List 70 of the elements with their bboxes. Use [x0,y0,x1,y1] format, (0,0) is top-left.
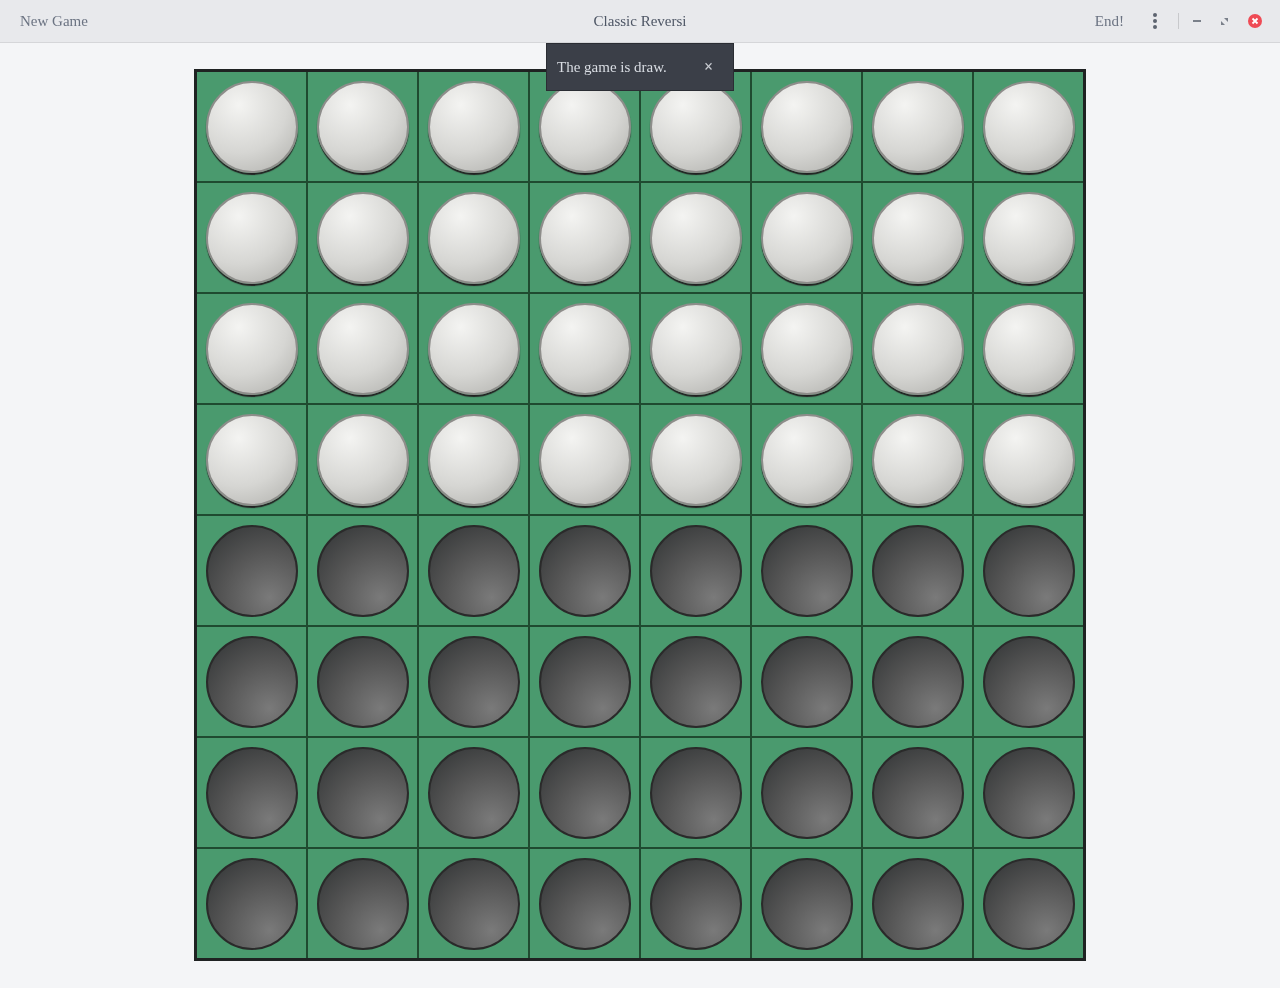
board-square[interactable] [863,183,972,292]
board-square[interactable] [641,516,750,625]
window-title: Classic Reversi [593,11,687,31]
board-square[interactable] [530,294,639,403]
board-square[interactable] [197,294,306,403]
board-square[interactable] [419,405,528,514]
board-square[interactable] [863,405,972,514]
board-square[interactable] [197,849,306,958]
board-square[interactable] [419,183,528,292]
board-square[interactable] [197,516,306,625]
board-square[interactable] [752,72,861,181]
board-square[interactable] [863,627,972,736]
close-icon[interactable] [1248,14,1262,28]
board-square[interactable] [752,405,861,514]
board-square[interactable] [752,294,861,403]
board-square[interactable] [197,183,306,292]
board-square[interactable] [641,183,750,292]
board-square[interactable] [419,516,528,625]
board-square[interactable] [419,72,528,181]
board-square[interactable] [863,849,972,958]
board-square[interactable] [308,72,417,181]
board-square[interactable] [863,294,972,403]
board-square[interactable] [530,183,639,292]
notification-message: The game is draw. [557,57,667,77]
board-square[interactable] [308,516,417,625]
close-button[interactable]: × [703,55,713,79]
board-square[interactable] [974,294,1083,403]
board-square[interactable] [641,738,750,847]
board-square[interactable] [752,849,861,958]
board-square[interactable] [197,72,306,181]
board-square[interactable] [419,738,528,847]
board-square[interactable] [641,849,750,958]
board-square[interactable] [974,405,1083,514]
board-square[interactable] [974,627,1083,736]
board-square[interactable] [974,849,1083,958]
board-square[interactable] [863,516,972,625]
board-square[interactable] [974,738,1083,847]
end-button[interactable]: End! [1086,5,1132,37]
board-square[interactable] [308,183,417,292]
board-square[interactable] [419,294,528,403]
board-square[interactable] [530,516,639,625]
board-square[interactable] [530,738,639,847]
board-square[interactable] [530,405,639,514]
board-square[interactable] [308,627,417,736]
board-square[interactable] [641,627,750,736]
board-square[interactable] [641,405,750,514]
board-square[interactable] [641,294,750,403]
board-square[interactable] [197,405,306,514]
new-game-button[interactable]: New Game [12,5,96,37]
board-square[interactable] [308,738,417,847]
board-square[interactable] [308,849,417,958]
board-square[interactable] [419,627,528,736]
maximize-icon[interactable] [1221,17,1228,25]
board-square[interactable] [197,627,306,736]
board-square[interactable] [752,516,861,625]
menu-icon[interactable] [1152,13,1158,29]
board-square[interactable] [308,405,417,514]
board-square[interactable] [752,183,861,292]
board-square[interactable] [530,627,639,736]
board-square[interactable] [752,738,861,847]
board-square[interactable] [863,738,972,847]
board-square[interactable] [752,627,861,736]
board-square[interactable] [974,72,1083,181]
board-square[interactable] [974,183,1083,292]
board-square[interactable] [530,849,639,958]
board-square[interactable] [197,738,306,847]
board-square[interactable] [419,849,528,958]
board-square[interactable] [308,294,417,403]
board-square[interactable] [974,516,1083,625]
board-square[interactable] [863,72,972,181]
